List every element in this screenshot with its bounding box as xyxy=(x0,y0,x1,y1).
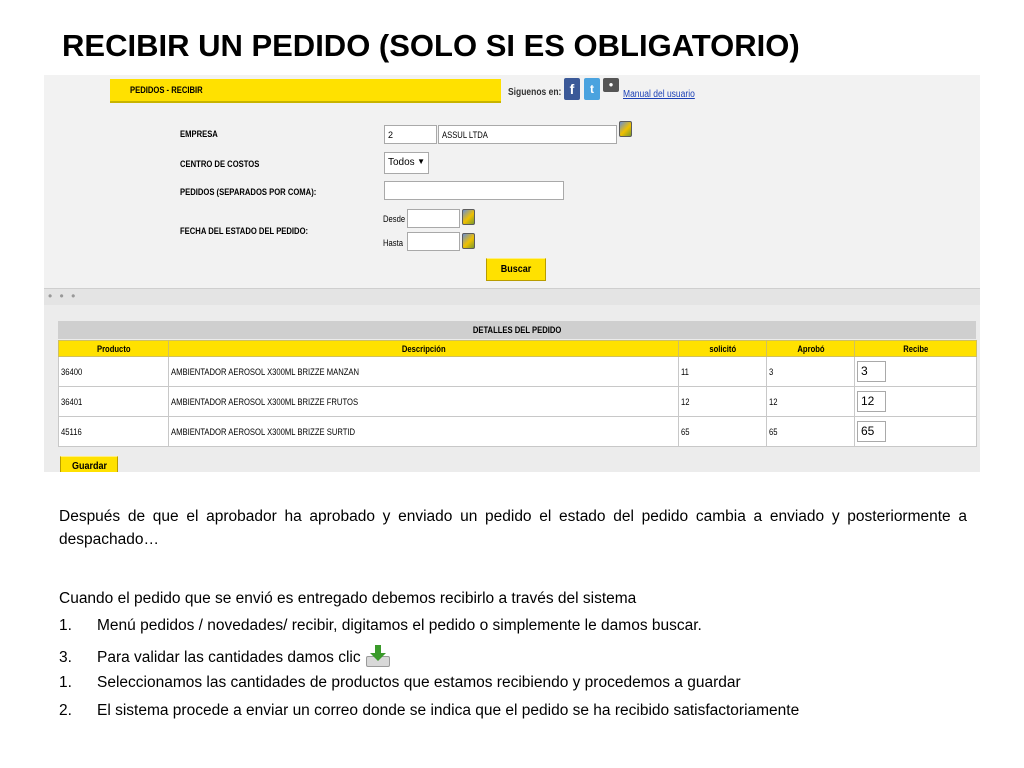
cell-recibe: 65 xyxy=(854,416,977,447)
col-descripcion: Descripción xyxy=(168,340,679,357)
cell-producto: 36401 xyxy=(58,386,169,417)
list-text: Para validar las cantidades damos clic xyxy=(97,649,361,666)
app-screenshot: PEDIDOS - RECIBIR Siguenos en: f t ● Man… xyxy=(44,75,980,472)
col-solicito: solicitó xyxy=(678,340,767,357)
order-details-table: Producto Descripción solicitó Aprobó Rec… xyxy=(58,340,977,447)
cell-descripcion: AMBIENTADOR AEROSOL X300ML BRIZZE SURTID xyxy=(168,416,679,447)
hasta-calendar-icon[interactable] xyxy=(462,233,475,249)
centro-costos-value: Todos xyxy=(388,157,415,168)
divider-dots: • • • xyxy=(48,289,78,303)
desde-label: Desde xyxy=(383,214,406,224)
list-text: El sistema procede a enviar un correo do… xyxy=(97,702,800,719)
cell-producto: 45116 xyxy=(58,416,169,447)
recibe-input[interactable]: 12 xyxy=(857,391,886,412)
list-number: 1. xyxy=(59,674,72,691)
fecha-estado-label: FECHA DEL ESTADO DEL PEDIDO: xyxy=(180,226,309,236)
list-number: 1. xyxy=(59,617,72,634)
recibe-input[interactable]: 3 xyxy=(857,361,886,382)
cell-recibe: 12 xyxy=(854,386,977,417)
guardar-button[interactable]: Guardar xyxy=(60,456,118,472)
buscar-button[interactable]: Buscar xyxy=(486,258,546,281)
cell-descripcion: AMBIENTADOR AEROSOL X300ML BRIZZE MANZAN xyxy=(168,356,679,387)
desde-calendar-icon[interactable] xyxy=(462,209,475,225)
paragraph-1: Después de que el aprobador ha aprobado … xyxy=(59,508,967,548)
col-recibe: Recibe xyxy=(854,340,977,357)
cell-solicito: 11 xyxy=(678,356,767,387)
hasta-label: Hasta xyxy=(383,238,403,248)
table-row: 36401 AMBIENTADOR AEROSOL X300ML BRIZZE … xyxy=(58,386,977,417)
list-item: 1. Menú pedidos / novedades/ recibir, dig… xyxy=(59,615,702,637)
empresa-label: EMPRESA xyxy=(180,129,218,139)
centro-costos-select[interactable]: Todos ▼ xyxy=(384,152,429,174)
list-item: 3. Para validar las cantidades damos clic xyxy=(59,644,391,669)
details-title-text: DETALLES DEL PEDIDO xyxy=(472,325,562,335)
cell-aprobo: 3 xyxy=(766,356,855,387)
dropdown-arrow-icon: ▼ xyxy=(417,157,425,166)
pedidos-label: PEDIDOS (SEPARADOS POR COMA): xyxy=(180,187,317,197)
guardar-button-label: Guardar xyxy=(71,461,107,472)
cell-recibe: 3 xyxy=(854,356,977,387)
list-item: 1. Seleccionamos las cantidades de produc… xyxy=(59,672,741,694)
pedidos-input[interactable] xyxy=(384,181,564,200)
order-details-panel: DETALLES DEL PEDIDO Producto Descripción… xyxy=(44,305,980,472)
user-manual-link[interactable]: Manual del usuario xyxy=(623,89,695,100)
list-number: 2. xyxy=(59,702,72,719)
section-divider: • • • xyxy=(44,288,980,305)
facebook-icon[interactable]: f xyxy=(564,78,580,100)
slide-title: RECIBIR UN PEDIDO (SOLO SI ES OBLIGATORI… xyxy=(62,28,800,63)
table-row: 36400 AMBIENTADOR AEROSOL X300ML BRIZZE … xyxy=(58,356,977,387)
list-item: 2. El sistema procede a enviar un correo … xyxy=(59,700,799,722)
hasta-date-input[interactable] xyxy=(407,232,460,251)
table-header-row: Producto Descripción solicitó Aprobó Rec… xyxy=(58,340,977,357)
cell-aprobo: 65 xyxy=(766,416,855,447)
cell-producto: 36400 xyxy=(58,356,169,387)
empresa-lookup-icon[interactable] xyxy=(619,121,632,137)
page-tab-title: PEDIDOS - RECIBIR xyxy=(130,85,203,95)
desde-date-input[interactable] xyxy=(407,209,460,228)
list-text: Seleccionamos las cantidades de producto… xyxy=(97,674,741,691)
page-tab: PEDIDOS - RECIBIR xyxy=(110,79,501,103)
list-number: 3. xyxy=(59,649,72,666)
table-row: 45116 AMBIENTADOR AEROSOL X300ML BRIZZE … xyxy=(58,416,977,447)
details-title: DETALLES DEL PEDIDO xyxy=(58,321,976,339)
cell-descripcion: AMBIENTADOR AEROSOL X300ML BRIZZE FRUTOS xyxy=(168,386,679,417)
empresa-code-field[interactable]: 2 xyxy=(384,125,437,144)
paragraph-2: Cuando el pedido que se envió es entrega… xyxy=(59,590,637,607)
search-panel: PEDIDOS - RECIBIR Siguenos en: f t ● Man… xyxy=(44,75,980,288)
recibe-input[interactable]: 65 xyxy=(857,421,886,442)
buscar-button-label: Buscar xyxy=(500,264,532,275)
list-text: Menú pedidos / novedades/ recibir, digit… xyxy=(97,617,702,634)
centro-costos-label: CENTRO DE COSTOS xyxy=(180,159,260,169)
download-icon xyxy=(365,644,391,668)
col-producto: Producto xyxy=(58,340,169,357)
empresa-name-value: ASSUL LTDA xyxy=(442,130,488,140)
empresa-name-field[interactable]: ASSUL LTDA xyxy=(438,125,617,144)
twitter-icon[interactable]: t xyxy=(584,78,600,100)
cell-solicito: 12 xyxy=(678,386,767,417)
other-social-icon[interactable]: ● xyxy=(603,78,619,92)
col-aprobo: Aprobó xyxy=(766,340,855,357)
cell-aprobo: 12 xyxy=(766,386,855,417)
cell-solicito: 65 xyxy=(678,416,767,447)
follow-us-label: Siguenos en: xyxy=(508,87,562,98)
